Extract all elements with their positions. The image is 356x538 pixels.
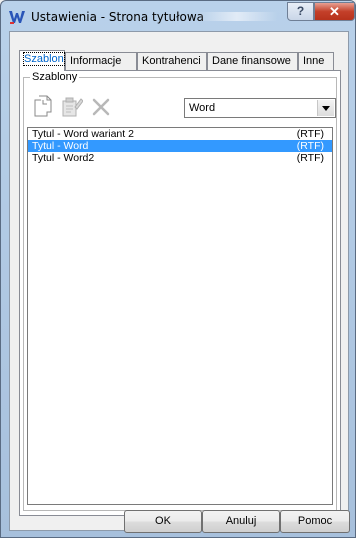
list-item-name: Tytul - Word wariant 2 bbox=[32, 128, 134, 140]
list-item-type: (RTF) bbox=[296, 128, 324, 140]
settings-window: Ustawienia - Strona tytułowa ? ✕ Szablon… bbox=[0, 0, 356, 538]
tab-szablon[interactable]: Szablon bbox=[19, 50, 65, 71]
tab-kontrahenci[interactable]: Kontrahenci bbox=[137, 52, 207, 70]
chevron-down-icon[interactable] bbox=[317, 100, 334, 116]
tab-dane-finansowe[interactable]: Dane finansowe bbox=[207, 52, 298, 70]
list-item[interactable]: Tytul - Word2 (RTF) bbox=[28, 152, 332, 164]
help-title-button[interactable]: ? bbox=[287, 2, 314, 21]
tab-szablon-label: Szablon bbox=[23, 52, 65, 66]
ok-button[interactable]: OK bbox=[124, 510, 202, 533]
help-button[interactable]: Pomoc bbox=[280, 510, 350, 533]
window-title: Ustawienia - Strona tytułowa bbox=[31, 10, 205, 24]
list-item-type: (RTF) bbox=[296, 152, 324, 164]
close-button[interactable]: ✕ bbox=[314, 2, 355, 21]
new-document-icon[interactable] bbox=[32, 95, 54, 117]
templates-group: Szablony Word Tytul - Word wariant 2 (RT… bbox=[23, 71, 337, 511]
app-logo-icon bbox=[9, 11, 25, 24]
list-item-name: Tytul - Word2 bbox=[32, 152, 95, 164]
dialog-client: Szablon Informacje Kontrahenci Dane fina… bbox=[9, 31, 349, 531]
list-item[interactable]: Tytul - Word wariant 2 (RTF) bbox=[28, 128, 332, 140]
templates-group-label: Szablony bbox=[30, 71, 80, 83]
list-item[interactable]: Tytul - Word (RTF) bbox=[28, 140, 332, 152]
templates-list[interactable]: Tytul - Word wariant 2 (RTF) Tytul - Wor… bbox=[27, 127, 333, 505]
title-blur-decoration bbox=[197, 12, 277, 21]
title-bar[interactable]: Ustawienia - Strona tytułowa ? ✕ bbox=[1, 1, 355, 31]
tab-informacje[interactable]: Informacje bbox=[65, 52, 137, 70]
tab-panel-szablon: Szablony Word Tytul - Word wariant 2 (RT… bbox=[19, 70, 341, 516]
format-select[interactable]: Word bbox=[184, 98, 336, 118]
list-item-type: (RTF) bbox=[296, 140, 324, 152]
format-select-value: Word bbox=[189, 102, 216, 114]
delete-icon bbox=[92, 98, 110, 116]
tab-inne[interactable]: Inne bbox=[298, 52, 334, 70]
edit-document-icon bbox=[62, 97, 83, 117]
cancel-button[interactable]: Anuluj bbox=[202, 510, 280, 533]
list-item-name: Tytul - Word bbox=[32, 140, 89, 152]
